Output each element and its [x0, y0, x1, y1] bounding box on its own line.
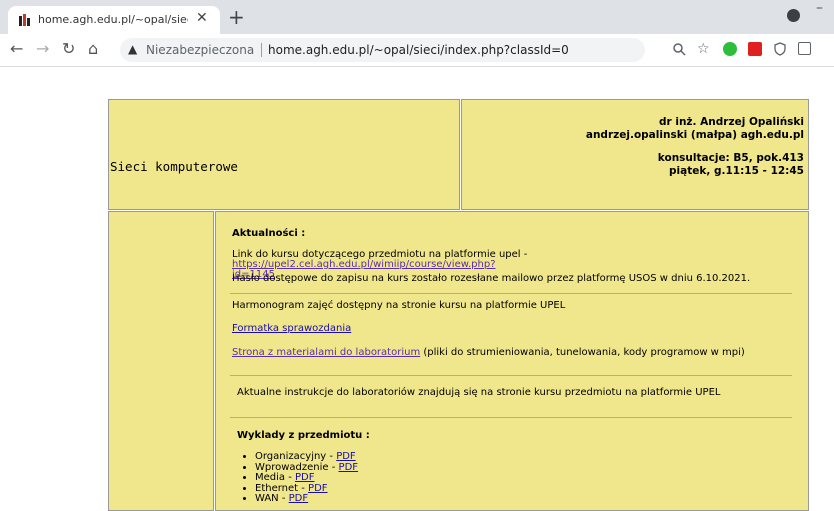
password-text: Hasło dostępowe do zapisu na kurs został…	[232, 273, 751, 284]
author-name: dr inż. Andrzej Opaliński	[659, 116, 804, 128]
lecture-pdf-link[interactable]: PDF	[289, 493, 308, 504]
minimize-icon[interactable]: –	[816, 0, 823, 16]
lecture-pdf-link[interactable]: PDF	[308, 483, 327, 494]
profile-icon[interactable]	[787, 9, 800, 22]
address-bar[interactable]: ▲ Niezabezpieczona home.agh.edu.pl/~opal…	[120, 38, 645, 62]
lecture-pdf-link[interactable]: PDF	[336, 451, 355, 462]
tab-close-icon[interactable]: ✕	[196, 10, 208, 26]
lab-paragraph: Strona z materialami do laboratorium (pl…	[232, 347, 745, 358]
lectures-list: Organizacyjny - PDF Wprowadzenie - PDF M…	[237, 451, 358, 505]
zoom-icon[interactable]	[672, 42, 686, 56]
report-paragraph: Formatka sprawozdania	[232, 323, 351, 334]
site-title: Sieci komputerowe	[110, 159, 238, 174]
site-favicon-icon	[19, 14, 30, 26]
instructions-text: Aktualne instrukcje do laboratoriów znaj…	[237, 387, 721, 398]
author-email: andrzej.opalinski (małpa) agh.edu.pl	[585, 129, 804, 141]
tab-title: home.agh.edu.pl/~opal/sieci/ind	[38, 13, 188, 26]
header-title-box	[108, 99, 460, 210]
lab-materials-link[interactable]: Strona z materialami do laboratorium	[232, 347, 420, 358]
shield-extension-icon[interactable]	[773, 42, 787, 56]
reload-icon[interactable]: ↻	[62, 39, 75, 58]
consult-room: konsultacje: B5, pok.413	[657, 152, 804, 164]
lecture-pdf-link[interactable]: PDF	[339, 462, 358, 473]
page-content: Sieci komputerowe dr inż. Andrzej Opaliń…	[0, 67, 834, 511]
lab-note: (pliki do strumieniowania, tunelowania, …	[420, 347, 745, 358]
report-template-link[interactable]: Formatka sprawozdania	[232, 323, 351, 334]
lectures-heading: Wyklady z przedmiotu :	[237, 430, 370, 441]
bookmark-star-icon[interactable]: ☆	[697, 41, 710, 57]
list-item: WAN - PDF	[255, 493, 358, 505]
pdf-extension-icon[interactable]	[748, 42, 762, 56]
address-separator	[261, 43, 262, 57]
new-tab-button[interactable]: +	[228, 5, 245, 29]
consult-time: piątek, g.11:15 - 12:45	[669, 165, 804, 177]
lecture-pdf-link[interactable]: PDF	[295, 472, 314, 483]
extension-green-icon[interactable]	[723, 42, 737, 56]
browser-tab[interactable]: home.agh.edu.pl/~opal/sieci/ind ✕	[8, 6, 220, 34]
security-label[interactable]: Niezabezpieczona	[146, 43, 254, 57]
url-text[interactable]: home.agh.edu.pl/~opal/sieci/index.php?cl…	[268, 43, 569, 57]
sidebar-box	[108, 211, 214, 511]
schedule-text: Harmonogram zajęć dostępny na stronie ku…	[232, 300, 566, 311]
warning-icon[interactable]: ▲	[128, 42, 137, 56]
divider	[230, 375, 792, 376]
extension-icon[interactable]	[798, 42, 811, 55]
divider	[230, 417, 792, 418]
tab-bar: home.agh.edu.pl/~opal/sieci/ind ✕ + –	[0, 0, 834, 34]
browser-toolbar: ← → ↻ ⌂ ▲ Niezabezpieczona home.agh.edu.…	[0, 34, 834, 67]
home-icon[interactable]: ⌂	[88, 39, 98, 58]
back-icon[interactable]: ←	[10, 39, 23, 58]
divider	[230, 293, 792, 294]
news-heading: Aktualności :	[232, 228, 306, 239]
forward-icon[interactable]: →	[36, 39, 49, 58]
